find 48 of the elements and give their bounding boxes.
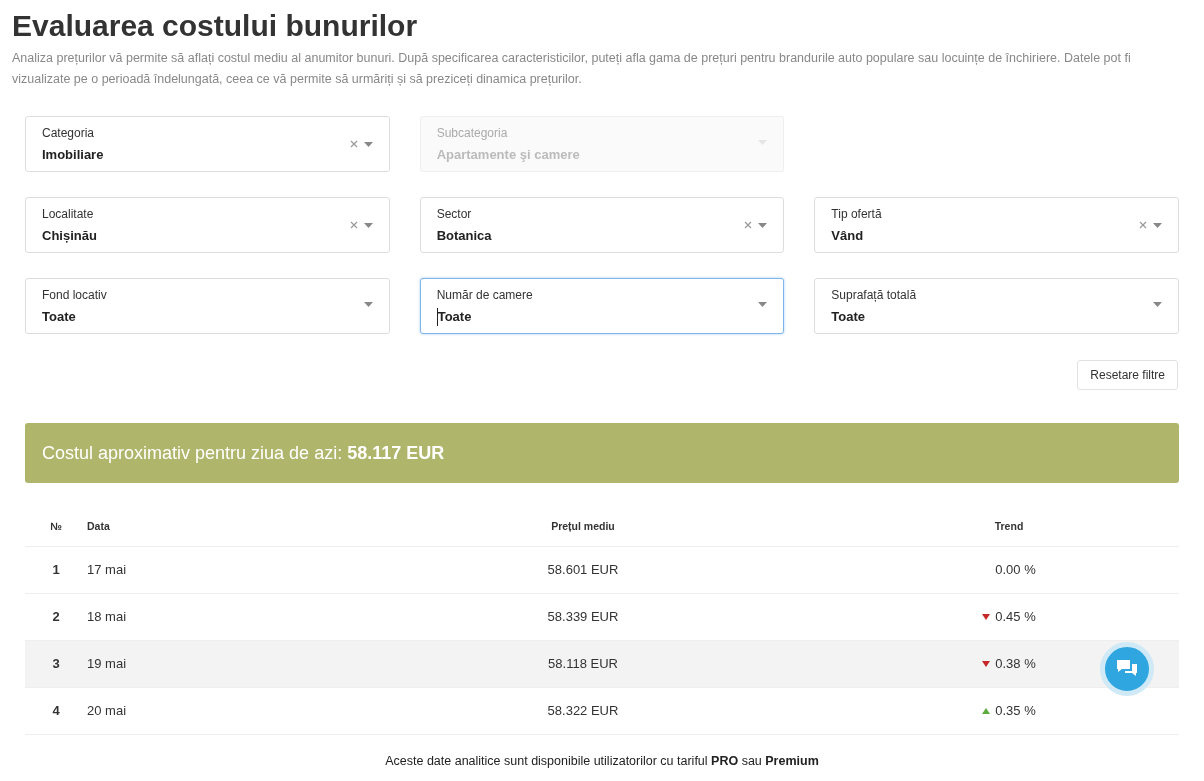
clear-icon[interactable] <box>744 221 753 229</box>
trend-cell-text: 0.35 % <box>995 702 1036 721</box>
date-cell-text: 20 mai <box>87 702 128 721</box>
row-number: 3 <box>51 655 61 674</box>
row-number: 2 <box>51 608 61 627</box>
clear-icon[interactable] <box>349 140 358 148</box>
availability-note: Aceste date analitice sunt disponibile utilizatorilor cu tariful PRO sau Premium <box>384 753 820 770</box>
trend-cell-text: 0.45 % <box>995 608 1036 627</box>
select-field[interactable]: Suprafață totală Toate <box>814 278 1179 334</box>
date-cell-text: 18 mai <box>87 608 128 627</box>
row-number: 1 <box>51 561 61 580</box>
select-field[interactable]: Tip ofertă Vând <box>814 197 1179 253</box>
price-cell-text: 58.339 EUR <box>546 608 620 627</box>
page-description: Analiza prețurilor vă permite să aflați costul mediu al anumitor bunuri. După specificarea caracteristicilor, puteți afla gama de prețuri pentru brandurile auto populare sau locuințe de închiriere. Datele pot fi vizualizate pe o perioadă îndelungată, ceea ce vă permite să urmăriți și să preziceți dinamica prețurilor. <box>12 50 1132 88</box>
select-field[interactable]: Categoria Imobiliare <box>25 116 390 172</box>
price-cell-text: 58.322 EUR <box>546 702 620 721</box>
trend-down-icon <box>982 661 991 667</box>
price-cell-text: 58.601 EUR <box>546 561 620 580</box>
column-header: Data <box>87 518 111 534</box>
page-title: Evaluarea costului bunurilor <box>12 8 419 44</box>
trend-cell-text: 0.38 % <box>995 655 1036 674</box>
clear-icon[interactable] <box>349 221 358 229</box>
trend-up-icon <box>982 708 991 714</box>
date-cell-text: 17 mai <box>87 561 128 580</box>
caret-down-icon <box>363 222 373 228</box>
date-cell-text: 19 mai <box>87 655 128 674</box>
select-field[interactable]: Sector Botanica <box>419 197 785 253</box>
column-header: № <box>49 518 63 534</box>
clear-icon[interactable] <box>1139 221 1147 229</box>
caret-down-icon <box>1153 302 1162 307</box>
column-header: Prețul mediu <box>550 518 616 534</box>
caret-down-icon <box>758 302 768 307</box>
caret-down-icon <box>758 222 768 228</box>
reset-filters-button[interactable]: Resetare filtre <box>1077 360 1178 390</box>
select-field[interactable]: Localitate Chișinău <box>25 197 390 253</box>
trend-down-icon <box>982 614 991 620</box>
trend-cell-text: 0.00 % <box>994 561 1036 580</box>
row-number: 4 <box>51 702 61 721</box>
price-cell-text: 58.118 EUR <box>547 655 619 674</box>
chat-bubbles-icon <box>1116 659 1138 679</box>
select-field[interactable]: Fond locativ Toate <box>25 278 390 334</box>
estimated-cost-banner: Costul aproximativ pentru ziua de azi: 58.117 EUR <box>25 423 1179 483</box>
caret-down-icon <box>1153 222 1162 228</box>
caret-down-icon <box>363 141 373 147</box>
table-row[interactable]: 3 19 mai 58.118 EUR 0.38 % <box>25 641 1179 688</box>
caret-down-icon <box>363 302 373 307</box>
select-field[interactable]: Număr de camere Toate <box>419 278 785 334</box>
column-header: Trend <box>993 518 1025 534</box>
